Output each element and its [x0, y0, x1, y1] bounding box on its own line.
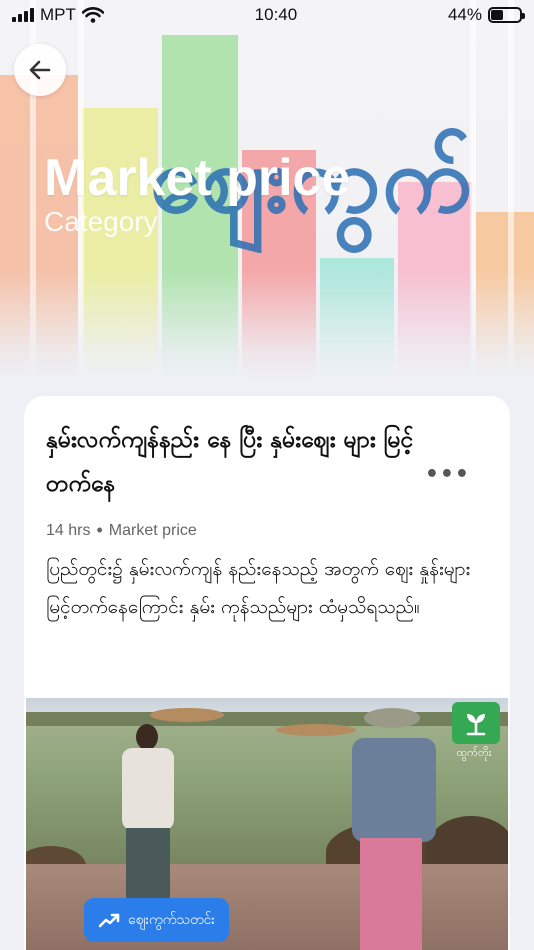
article-category[interactable]: Market price	[109, 522, 197, 540]
clock: 10:40	[254, 5, 298, 24]
more-options-button[interactable]: •••	[425, 462, 470, 487]
article-image[interactable]: ထွက်တိုး ဈေးကွက်သတင်း	[26, 698, 508, 950]
banner-subtitle: Category	[44, 206, 158, 237]
article-card[interactable]: နှမ်းလက်ကျန်နည်း နေ ပြီး နှမ်းဈေး များ မ…	[24, 396, 510, 950]
article-summary: ပြည်တွင်း၌ နှမ်းလက်ကျန် နည်းနေသည့် အတွက်…	[46, 558, 471, 618]
article-title[interactable]: နှမ်းလက်ကျန်နည်း နေ ပြီး နှမ်းဈေး များ မ…	[46, 418, 426, 506]
brand-logo-text: ထွက်တိုး	[456, 746, 492, 759]
market-news-chip[interactable]: ဈေးကွက်သတင်း	[84, 898, 229, 942]
status-bar: MPT 10:40 44%	[0, 0, 534, 30]
back-button[interactable]	[14, 44, 66, 96]
battery-percent: 44%	[447, 5, 482, 24]
arrow-left-icon	[29, 60, 51, 80]
article-meta: 14 hrs • Market price	[46, 520, 197, 541]
sprout-icon	[466, 714, 486, 736]
article-time: 14 hrs	[46, 521, 91, 539]
signal-icon	[12, 8, 34, 22]
carrier-label: MPT	[40, 5, 76, 24]
chip-label: ဈေးကွက်သတင်း	[128, 911, 215, 928]
trending-up-icon	[98, 913, 120, 928]
separator-dot: •	[96, 520, 103, 540]
brand-logo	[452, 702, 500, 744]
banner-title: Market price	[44, 149, 351, 207]
wifi-icon	[81, 7, 104, 23]
battery-icon	[488, 7, 525, 23]
header-banner: ဈေးကွက် Market price Category	[0, 0, 534, 380]
person-figure-left	[118, 720, 178, 928]
person-figure-right	[344, 708, 436, 950]
